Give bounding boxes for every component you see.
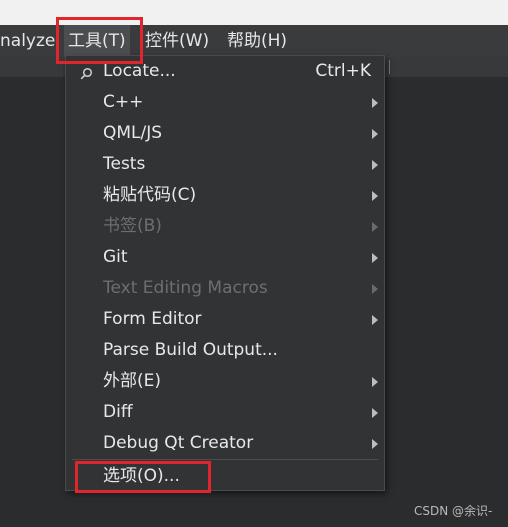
menu-item-paste-code[interactable]: 粘贴代码(C) bbox=[66, 180, 384, 211]
menu-item-label: Debug Qt Creator bbox=[103, 433, 254, 453]
menu-help[interactable]: 帮助(H) bbox=[227, 25, 287, 57]
submenu-arrow-icon bbox=[372, 129, 378, 139]
submenu-arrow-icon bbox=[372, 222, 378, 232]
menu-controls[interactable]: 控件(W) bbox=[145, 25, 209, 57]
submenu-arrow-icon bbox=[372, 408, 378, 418]
menu-item-form-editor[interactable]: Form Editor bbox=[66, 304, 384, 335]
submenu-arrow-icon bbox=[372, 191, 378, 201]
menu-item-label: 外部(E) bbox=[103, 371, 162, 391]
menu-item-parse-build-output[interactable]: Parse Build Output... bbox=[66, 335, 384, 366]
submenu-arrow-icon bbox=[372, 377, 378, 387]
menu-item-label: Parse Build Output... bbox=[103, 340, 278, 360]
menu-item-git[interactable]: Git bbox=[66, 242, 384, 273]
menu-item-cpp[interactable]: C++ bbox=[66, 87, 384, 118]
menu-item-tests[interactable]: Tests bbox=[66, 149, 384, 180]
menu-separator bbox=[72, 459, 378, 460]
menu-item-label: QML/JS bbox=[103, 123, 163, 143]
submenu-arrow-icon bbox=[372, 160, 378, 170]
menu-item-label: Text Editing Macros bbox=[103, 278, 268, 298]
search-icon bbox=[80, 65, 93, 84]
highlight-box-tools-menu bbox=[56, 17, 143, 64]
tools-dropdown-menu: Locate... Ctrl+K C++ QML/JS Tests 粘贴代码(C… bbox=[65, 55, 385, 491]
menu-item-diff[interactable]: Diff bbox=[66, 397, 384, 428]
menu-item-external[interactable]: 外部(E) bbox=[66, 366, 384, 397]
menu-item-label: 书签(B) bbox=[103, 216, 162, 236]
menu-item-label: Git bbox=[103, 247, 128, 267]
menu-item-label: C++ bbox=[103, 92, 144, 112]
menu-item-bookmarks: 书签(B) bbox=[66, 211, 384, 242]
submenu-arrow-icon bbox=[372, 439, 378, 449]
submenu-arrow-icon bbox=[372, 98, 378, 108]
menu-item-qmljs[interactable]: QML/JS bbox=[66, 118, 384, 149]
shortcut-label: Ctrl+K bbox=[315, 61, 371, 81]
menu-item-label: Tests bbox=[103, 154, 146, 174]
menu-item-debug-qt-creator[interactable]: Debug Qt Creator bbox=[66, 428, 384, 459]
menu-analyze[interactable]: nalyze bbox=[0, 25, 55, 57]
menu-item-label: Form Editor bbox=[103, 309, 202, 329]
menu-item-text-editing-macros: Text Editing Macros bbox=[66, 273, 384, 304]
watermark: CSDN @余识- bbox=[414, 504, 493, 518]
menu-item-label: 粘贴代码(C) bbox=[103, 185, 197, 205]
submenu-arrow-icon bbox=[372, 284, 378, 294]
menu-item-label: Diff bbox=[103, 402, 133, 422]
submenu-arrow-icon bbox=[372, 315, 378, 325]
toolbar-separator bbox=[389, 60, 390, 74]
highlight-box-options-item bbox=[75, 461, 211, 493]
submenu-arrow-icon bbox=[372, 253, 378, 263]
